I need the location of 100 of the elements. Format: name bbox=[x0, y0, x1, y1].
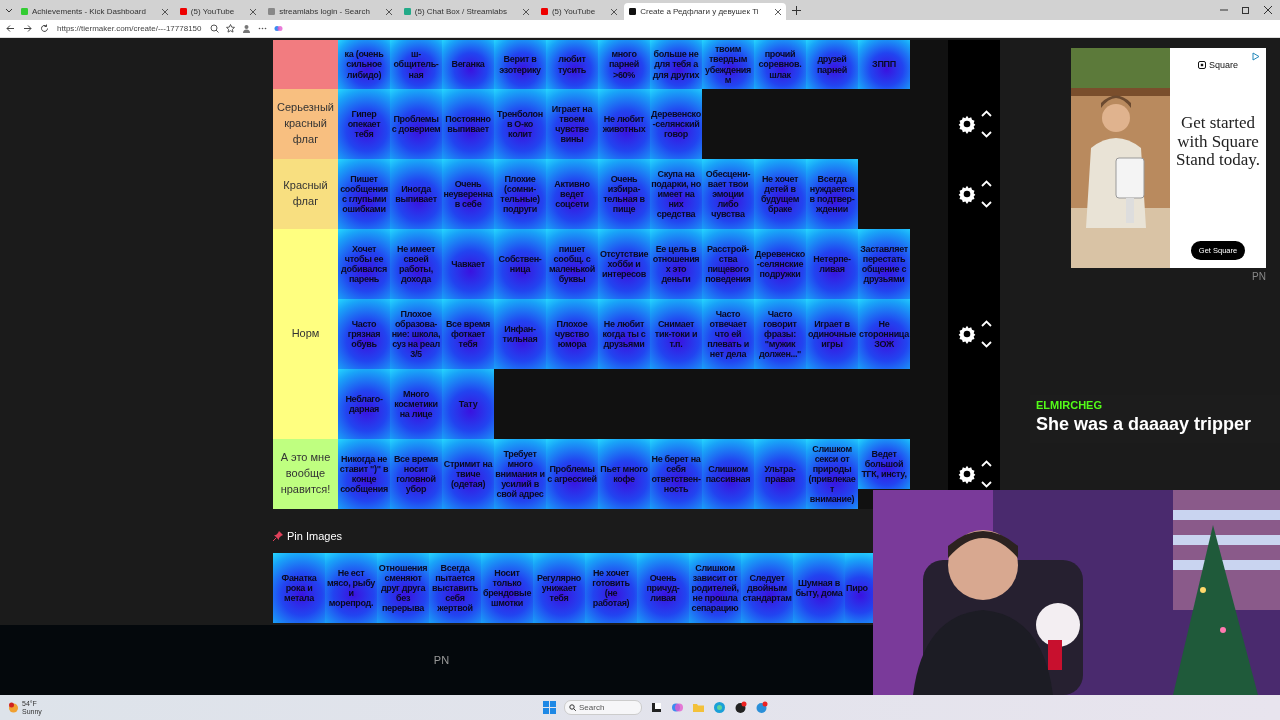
tier-item[interactable]: Пиро bbox=[845, 553, 873, 623]
tier-item[interactable]: прочий соревнов. шлак bbox=[754, 40, 806, 89]
tier-item[interactable]: Скупа на подарки, но имеет на них средства bbox=[650, 159, 702, 229]
close-icon[interactable] bbox=[161, 8, 168, 15]
tier-item[interactable]: Проблемы с доверием bbox=[390, 89, 442, 159]
tier-item[interactable]: Много косметики на лице bbox=[390, 369, 442, 439]
zoom-icon[interactable] bbox=[209, 24, 219, 33]
tier-item[interactable]: Тренболон в О-ко колит bbox=[494, 89, 546, 159]
app-icon[interactable] bbox=[734, 701, 747, 714]
tier-item[interactable]: Активно ведет соцсети bbox=[546, 159, 598, 229]
tier-item[interactable]: Не любит животных bbox=[598, 89, 650, 159]
tier-item[interactable]: Всегда нуждается в подтвер-ждении bbox=[806, 159, 858, 229]
tier-item[interactable]: Носит только брендовые шмотки bbox=[481, 553, 533, 623]
forward-icon[interactable] bbox=[23, 24, 32, 33]
tier-item[interactable]: пишет сообщ. с маленькой буквы bbox=[546, 229, 598, 299]
tier-item[interactable]: Требует много внимания и усилий в свой адрес bbox=[494, 439, 546, 509]
tier-item[interactable]: много парней >60% bbox=[598, 40, 650, 89]
tier-item[interactable]: ш-общитель-ная bbox=[390, 40, 442, 89]
copilot-icon[interactable] bbox=[671, 701, 684, 714]
browser-tab[interactable]: Achievements - Kick Dashboard bbox=[16, 3, 173, 20]
tier-item[interactable]: Плохое образова-ние: школа, суз на реал 3/5 bbox=[390, 299, 442, 369]
browser-tab[interactable]: Create a Редфлаги у девушек Ti bbox=[624, 3, 786, 20]
tier-item[interactable]: Пьет много кофе bbox=[598, 439, 650, 509]
tier-item[interactable]: Очень причуд-ливая bbox=[637, 553, 689, 623]
tier-item[interactable]: Не сторонница ЗОЖ bbox=[858, 299, 910, 369]
close-icon[interactable] bbox=[1264, 6, 1272, 14]
tier-item[interactable]: Чавкает bbox=[442, 229, 494, 299]
tier-item[interactable]: Слишком зависит от родителей, не прошла сепарацию bbox=[689, 553, 741, 623]
search-field[interactable]: Search bbox=[564, 700, 642, 715]
tier-item[interactable]: Инфан-тильная bbox=[494, 299, 546, 369]
chevron-down-icon[interactable] bbox=[980, 481, 992, 488]
settings-icon[interactable] bbox=[956, 324, 977, 344]
tier-item[interactable]: Неблаго-дарная bbox=[338, 369, 390, 439]
tier-item[interactable]: Стримит на твиче (одетая) bbox=[442, 439, 494, 509]
tier-item[interactable]: Шумная в быту, дома bbox=[793, 553, 845, 623]
tier-item[interactable]: Играет в одиночные игры bbox=[806, 299, 858, 369]
tier-item[interactable]: Фанатка рока и метала bbox=[273, 553, 325, 623]
reload-icon[interactable] bbox=[40, 24, 49, 33]
settings-icon[interactable] bbox=[956, 184, 977, 204]
star-icon[interactable] bbox=[225, 24, 235, 33]
tier-item[interactable]: Отношения сменяют друг друга без перерыва bbox=[377, 553, 429, 623]
tier-item[interactable]: ЗППП bbox=[858, 40, 910, 89]
tier-item[interactable]: Все время носит головной убор bbox=[390, 439, 442, 509]
tier-item[interactable]: твоим твердым убеждениям bbox=[702, 40, 754, 89]
tier-item[interactable]: Расстрой-ства пищевого поведения bbox=[702, 229, 754, 299]
tier-item[interactable]: Не хочет детей в будущем браке bbox=[754, 159, 806, 229]
chevron-up-icon[interactable] bbox=[980, 460, 992, 467]
tier-item[interactable]: Не хочет готовить (не работая) bbox=[585, 553, 637, 623]
tier-item[interactable]: Заставляет перестать общение с друзьями bbox=[858, 229, 910, 299]
tier-item[interactable]: больше не для тебя а для других bbox=[650, 40, 702, 89]
tier-item[interactable]: Плохие (сомни-тельные) подруги bbox=[494, 159, 546, 229]
tier-item[interactable]: Не берет на себя ответствен-ность bbox=[650, 439, 702, 509]
copilot-icon[interactable] bbox=[273, 24, 283, 33]
tier-item[interactable]: Часто грязная обувь bbox=[338, 299, 390, 369]
close-icon[interactable] bbox=[522, 8, 529, 15]
tier-item[interactable]: Плохое чувство юмора bbox=[546, 299, 598, 369]
browser-tab[interactable]: streamlabs login - Search bbox=[263, 3, 397, 20]
tier-item[interactable]: Тату bbox=[442, 369, 494, 439]
chevron-up-icon[interactable] bbox=[980, 180, 992, 187]
tier-item[interactable]: Часто говорит фразы: "мужик должен..." bbox=[754, 299, 806, 369]
tier-item[interactable]: Часто отвечает что ей плевать и нет дела bbox=[702, 299, 754, 369]
tier-item[interactable]: друзей парней bbox=[806, 40, 858, 89]
tier-item[interactable]: любит тусить bbox=[546, 40, 598, 89]
tier-item[interactable]: Всегда пытается выставить себя жертвой bbox=[429, 553, 481, 623]
app-icon[interactable] bbox=[650, 701, 663, 714]
tier-item[interactable]: ка (очень сильное либидо) bbox=[338, 40, 390, 89]
tier-item[interactable]: Играет на твоем чувстве вины bbox=[546, 89, 598, 159]
tier-item[interactable]: Очень избира-тельная в пище bbox=[598, 159, 650, 229]
tier-item[interactable]: Гипер опекает тебя bbox=[338, 89, 390, 159]
tier-item[interactable]: Обесцени-вает твои эмоции либо чувства bbox=[702, 159, 754, 229]
browser-tab[interactable]: (5) YouTube bbox=[535, 3, 623, 20]
close-icon[interactable] bbox=[385, 8, 392, 15]
tier-item[interactable]: Никогда не ставит ")" в конце сообщения bbox=[338, 439, 390, 509]
minimize-icon[interactable] bbox=[1220, 6, 1228, 14]
close-icon[interactable] bbox=[774, 8, 781, 15]
tier-item[interactable]: Все время фоткает тебя bbox=[442, 299, 494, 369]
settings-icon[interactable] bbox=[956, 114, 977, 134]
close-icon[interactable] bbox=[250, 8, 257, 15]
chevron-down-icon[interactable] bbox=[980, 341, 992, 348]
tier-item[interactable]: Собствен-ница bbox=[494, 229, 546, 299]
back-icon[interactable] bbox=[6, 24, 15, 33]
tier-item[interactable]: Слишком пассивная bbox=[702, 439, 754, 509]
tier-item[interactable]: Ведет большой ТГК, инсту, bbox=[858, 439, 910, 489]
tier-item[interactable]: Ее цель в отношениях это деньги bbox=[650, 229, 702, 299]
new-tab-icon[interactable] bbox=[791, 5, 801, 15]
tier-item[interactable]: Нетерпе-ливая bbox=[806, 229, 858, 299]
tier-item[interactable]: Регулярно унижает тебя bbox=[533, 553, 585, 623]
chevron-up-icon[interactable] bbox=[980, 320, 992, 327]
tier-item[interactable]: Верит в эзотерику bbox=[494, 40, 546, 89]
tier-item[interactable]: Не имеет своей работы, дохода bbox=[390, 229, 442, 299]
chevron-down-icon[interactable] bbox=[980, 131, 992, 138]
tier-item[interactable]: Постоянно выпивает bbox=[442, 89, 494, 159]
chevron-down-icon[interactable] bbox=[980, 201, 992, 208]
start-icon[interactable] bbox=[543, 701, 556, 714]
close-icon[interactable] bbox=[611, 8, 618, 15]
tier-item[interactable]: Отсутствие хобби и интересов bbox=[598, 229, 650, 299]
tier-item[interactable]: Очень неуверенна в себе bbox=[442, 159, 494, 229]
restore-icon[interactable] bbox=[1242, 6, 1250, 14]
tier-item[interactable]: Веганка bbox=[442, 40, 494, 89]
tier-item[interactable]: Деревенско-селянские подружки bbox=[754, 229, 806, 299]
